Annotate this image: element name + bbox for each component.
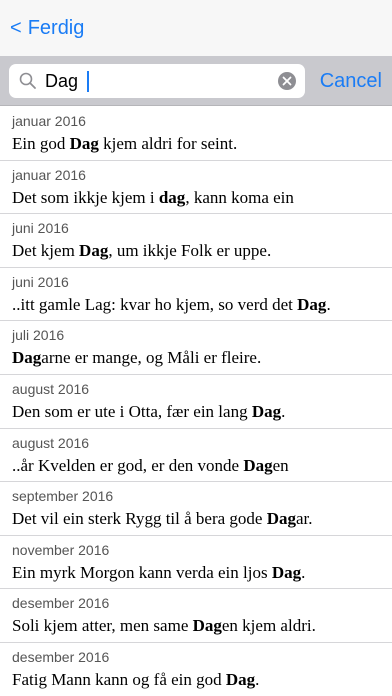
- entry-text: Ein god Dag kjem aldri for seint.: [12, 133, 392, 155]
- list-item[interactable]: juni 2016 Det kjem Dag, um ikkje Folk er …: [0, 214, 392, 268]
- entry-text-after: , um ikkje Folk er uppe.: [108, 241, 272, 261]
- entry-text-before: Det som ikkje kjem i: [12, 187, 159, 207]
- entry-text-before: Det kjem: [12, 241, 80, 261]
- entry-text-before: Det vil ein sterk Rygg til å bera gode: [12, 509, 267, 529]
- list-item[interactable]: januar 2016 Det som ikkje kjem i dag, kan…: [0, 161, 392, 215]
- entry-text-after: kjem aldri for seint.: [98, 134, 238, 153]
- navigation-bar: < Ferdig: [0, 0, 392, 56]
- text-cursor: [87, 71, 89, 92]
- list-item[interactable]: januar 2016 Ein god Dag kjem aldri for se…: [0, 107, 392, 161]
- entry-date: august 2016: [12, 380, 90, 397]
- entry-date: juli 2016: [12, 327, 65, 344]
- entry-text: Det som ikkje kjem i dag, kann koma ein: [12, 187, 392, 209]
- list-item[interactable]: august 2016 ..år Kvelden er god, er den v…: [0, 429, 392, 483]
- list-item[interactable]: juli 2016 Dagarne er mange, og Måli er fl…: [0, 321, 392, 375]
- entry-text-after: .: [301, 562, 306, 582]
- entry-text-after: .: [326, 294, 331, 314]
- entry-text-match: Dag: [243, 455, 273, 475]
- entry-text-after: , kann koma ein: [185, 187, 294, 207]
- list-item[interactable]: august 2016 Den som er ute i Otta, fær ei…: [0, 375, 392, 429]
- search-input[interactable]: [45, 67, 265, 95]
- entry-text-before: ..år Kvelden er god, er den vonde: [12, 455, 244, 475]
- entry-text-before: Ein myrk Morgon kann verda ein ljos: [12, 562, 272, 582]
- entry-text-match: Dag: [225, 669, 256, 689]
- entry-text: ..år Kvelden er god, er den vonde Dagen: [12, 455, 392, 477]
- entry-text-match: Dag: [251, 401, 282, 421]
- entry-text-after: arne er mange, og Måli er fleire.: [41, 348, 262, 368]
- entry-text-after: .: [255, 669, 260, 689]
- entry-text: Dagarne er mange, og Måli er fleire.: [12, 347, 392, 369]
- search-field[interactable]: [9, 64, 305, 98]
- entry-text-before: Fatig Mann kann og få ein god: [12, 669, 226, 689]
- entry-date: september 2016: [12, 488, 114, 505]
- clear-icon: [282, 76, 292, 86]
- search-icon: [19, 72, 36, 89]
- entry-text: Det vil ein sterk Rygg til å bera gode D…: [12, 508, 392, 530]
- entry-text: Fatig Mann kann og få ein god Dag.: [12, 669, 392, 691]
- list-item[interactable]: desember 2016 Soli kjem atter, men same D…: [0, 589, 392, 643]
- entry-date: desember 2016: [12, 595, 110, 612]
- entry-text-match: Dag: [12, 348, 42, 368]
- entry-text-match: Dag: [271, 562, 302, 582]
- entry-text-match: Dag: [79, 241, 109, 261]
- entry-date: desember 2016: [12, 648, 110, 665]
- entry-text-before: Soli kjem atter, men same: [12, 616, 193, 636]
- entry-date: august 2016: [12, 434, 90, 451]
- list-item[interactable]: september 2016 Det vil ein sterk Rygg til…: [0, 482, 392, 536]
- entry-text: Soli kjem atter, men same Dagen kjem ald…: [12, 615, 392, 637]
- entry-text-before: ..itt gamle Lag: kvar ho kjem, so verd d…: [12, 294, 298, 314]
- entry-text-after: .: [281, 401, 286, 421]
- entry-text-after: en: [272, 455, 289, 475]
- entry-date: januar 2016: [12, 113, 86, 129]
- chevron-left-icon: <: [10, 16, 22, 39]
- search-bar: Cancel: [0, 56, 392, 106]
- clear-search-button[interactable]: [278, 72, 296, 90]
- entry-text-before: Ein god: [12, 134, 70, 153]
- entry-text: ..itt gamle Lag: kvar ho kjem, so verd d…: [12, 294, 392, 316]
- entry-text-match: dag: [158, 187, 186, 207]
- entry-text-match: Dag: [192, 616, 222, 636]
- entry-text-before: Den som er ute i Otta, fær ein lang: [12, 401, 252, 421]
- entry-text-match: Dag: [266, 509, 297, 529]
- entry-text: Ein myrk Morgon kann verda ein ljos Dag.: [12, 562, 392, 584]
- back-button[interactable]: < Ferdig: [10, 14, 84, 42]
- back-button-label: Ferdig: [27, 16, 85, 39]
- entry-date: november 2016: [12, 541, 110, 558]
- entry-text: Den som er ute i Otta, fær ein lang Dag.: [12, 401, 392, 423]
- list-item[interactable]: desember 2016 Fatig Mann kann og få ein g…: [0, 643, 392, 696]
- entry-text-match: Dag: [297, 294, 327, 314]
- entry-date: juni 2016: [12, 273, 69, 290]
- list-item[interactable]: november 2016 Ein myrk Morgon kann verda …: [0, 536, 392, 590]
- results-list: januar 2016 Ein god Dag kjem aldri for se…: [0, 107, 392, 696]
- entry-text-after: en kjem aldri.: [221, 616, 316, 636]
- entry-date: januar 2016: [12, 166, 86, 183]
- entry-text: Det kjem Dag, um ikkje Folk er uppe.: [12, 240, 392, 262]
- cancel-button[interactable]: Cancel: [320, 67, 382, 95]
- entry-text-match: Dag: [69, 134, 99, 153]
- entry-date: juni 2016: [12, 220, 69, 237]
- list-item[interactable]: juni 2016 ..itt gamle Lag: kvar ho kjem, …: [0, 268, 392, 322]
- entry-text-after: ar.: [296, 509, 313, 529]
